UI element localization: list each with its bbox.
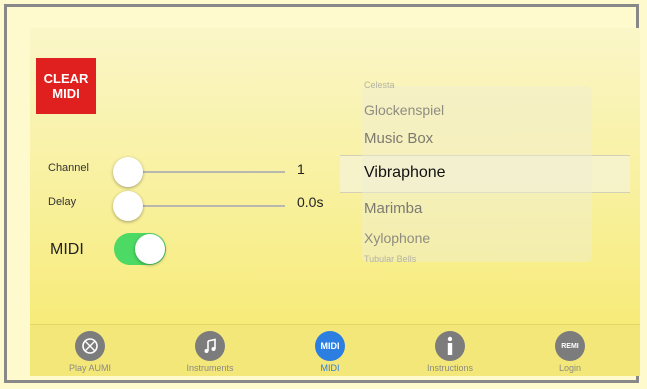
- delay-label: Delay: [48, 196, 77, 208]
- channel-label: Channel: [48, 162, 89, 174]
- tab-instructions-label: Instructions: [426, 363, 474, 373]
- channel-value: 1: [297, 161, 305, 177]
- picker-item-glockenspiel[interactable]: Glockenspiel: [364, 102, 584, 118]
- picker-item-celesta[interactable]: Celesta: [364, 80, 584, 90]
- tab-bar: Play AUMI Instruments MIDI MIDI Instruct…: [30, 324, 640, 376]
- tab-instructions[interactable]: Instructions: [405, 325, 495, 376]
- clear-midi-label-1: CLEAR: [43, 71, 89, 86]
- clear-midi-button[interactable]: CLEAR MIDI: [36, 58, 96, 114]
- tab-instruments-label: Instruments: [186, 363, 234, 373]
- music-note-icon: [195, 331, 225, 361]
- info-icon: [435, 331, 465, 361]
- clear-midi-label-2: MIDI: [52, 86, 80, 101]
- picker-item-tubular-bells[interactable]: Tubular Bells: [364, 254, 584, 264]
- picker-item-music-box[interactable]: Music Box: [364, 130, 584, 147]
- tab-play-aumi-label: Play AUMI: [68, 363, 111, 373]
- instrument-picker[interactable]: Celesta Glockenspiel Music Box Vibraphon…: [344, 78, 604, 266]
- app-screen: CLEAR MIDI Channel 1 Delay 0.0s MIDI Cel…: [30, 28, 640, 376]
- midi-label: MIDI: [50, 241, 84, 258]
- tab-midi-label: MIDI: [320, 363, 340, 373]
- midi-toggle[interactable]: [114, 233, 166, 265]
- delay-slider-knob[interactable]: [113, 191, 143, 221]
- picker-item-vibraphone[interactable]: Vibraphone: [364, 164, 584, 182]
- tab-play-aumi[interactable]: Play AUMI: [45, 325, 135, 376]
- midi-icon: MIDI: [315, 331, 345, 361]
- picker-item-marimba[interactable]: Marimba: [364, 200, 584, 217]
- tab-instruments[interactable]: Instruments: [165, 325, 255, 376]
- aumi-icon: [75, 331, 105, 361]
- picker-item-xylophone[interactable]: Xylophone: [364, 230, 584, 246]
- tab-midi[interactable]: MIDI MIDI: [285, 325, 375, 376]
- tab-login[interactable]: REMI Login: [525, 325, 615, 376]
- delay-slider-track[interactable]: [127, 205, 285, 207]
- delay-value: 0.0s: [297, 194, 324, 210]
- remi-icon: REMI: [555, 331, 585, 361]
- channel-slider-track[interactable]: [127, 171, 285, 173]
- channel-slider-knob[interactable]: [113, 157, 143, 187]
- midi-toggle-knob: [135, 234, 165, 264]
- tab-login-label: Login: [558, 363, 582, 373]
